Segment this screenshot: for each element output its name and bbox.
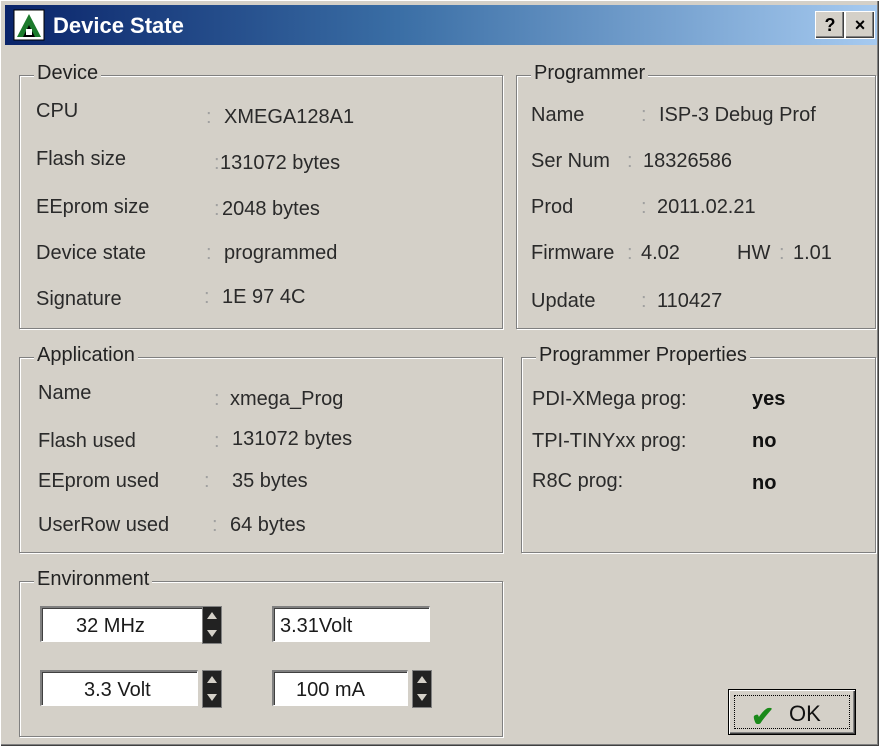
device-state-label: Device state	[36, 242, 147, 264]
device-state-dialog: Device State ? × Device CPU : XMEGA128A1…	[0, 0, 880, 747]
eeprom-used-value: 35 bytes	[232, 470, 308, 492]
app-name-colon: :	[214, 388, 220, 410]
programmer-group: Programmer Name : ISP-3 Debug Prof Ser N…	[516, 62, 876, 329]
flash-size-label: Flash size	[36, 148, 127, 170]
device-state-colon: :	[206, 242, 212, 264]
signature-value: 1E 97 4C	[222, 286, 306, 308]
userrow-used-label: UserRow used	[38, 514, 170, 536]
signature-label: Signature	[36, 288, 122, 310]
cpu-label: CPU	[36, 100, 79, 122]
tpi-tinyxx-value: no	[752, 430, 777, 452]
firmware-label: Firmware	[531, 242, 615, 264]
flash-size-value: 131072 bytes	[220, 152, 341, 174]
ok-button[interactable]: ✔ OK	[728, 689, 856, 735]
window-title: Device State	[53, 13, 184, 38]
flash-used-colon: :	[214, 430, 220, 452]
sernum-value: 18326586	[643, 150, 732, 172]
current-up-icon[interactable]	[413, 671, 431, 689]
userrow-used-value: 64 bytes	[230, 514, 306, 536]
update-label: Update	[531, 290, 596, 312]
firmware-colon: :	[627, 242, 633, 264]
prod-value: 2011.02.21	[657, 196, 756, 218]
app-logo-icon	[13, 9, 45, 41]
current-limit-field[interactable]: 100 mA	[272, 670, 408, 706]
r8c-value: no	[752, 472, 777, 494]
app-name-label: Name	[38, 382, 92, 404]
tpi-tinyxx-label: TPI-TINYxx prog:	[532, 430, 687, 452]
voltage-setpoint-field[interactable]: 3.3 Volt	[40, 670, 198, 706]
application-group: Application Name : xmega_Prog Flash used…	[19, 344, 503, 553]
app-name-value: xmega_Prog	[230, 388, 344, 410]
voltage-up-icon[interactable]	[203, 671, 221, 689]
hw-label: HW	[737, 242, 771, 264]
cpu-value: XMEGA128A1	[224, 106, 355, 128]
signature-colon: :	[204, 286, 210, 308]
pdi-xmega-value: yes	[752, 388, 786, 410]
flash-used-label: Flash used	[38, 430, 136, 452]
eeprom-used-colon: :	[204, 470, 210, 492]
sernum-label: Ser Num	[531, 150, 610, 172]
update-colon: :	[641, 290, 647, 312]
frequency-field[interactable]: 32 MHz	[40, 606, 214, 642]
application-legend: Application	[34, 344, 138, 367]
programmer-properties-group: Programmer Properties PDI-XMega prog: ye…	[521, 344, 876, 553]
eeprom-size-value: 2048 bytes	[222, 198, 320, 220]
current-spin-icon[interactable]	[412, 670, 432, 708]
frequency-spin-icon[interactable]	[202, 606, 222, 644]
device-group: Device CPU : XMEGA128A1 Flash size : 131…	[19, 62, 503, 329]
programmer-name-colon: :	[641, 104, 647, 126]
frequency-down-icon[interactable]	[203, 625, 221, 643]
title-bar[interactable]: Device State ? ×	[5, 5, 877, 45]
device-state-value: programmed	[224, 242, 338, 264]
checkmark-icon: ✔	[751, 701, 775, 732]
cpu-colon: :	[206, 106, 212, 128]
programmer-legend: Programmer	[531, 62, 649, 85]
device-legend: Device	[34, 62, 102, 85]
sernum-colon: :	[627, 150, 633, 172]
close-button[interactable]: ×	[845, 11, 875, 39]
eeprom-size-label: EEprom size	[36, 196, 150, 218]
eeprom-used-label: EEprom used	[38, 470, 160, 492]
hw-colon: :	[779, 242, 785, 264]
environment-group: Environment 32 MHz 3.31Volt 3.3 Volt 100…	[19, 568, 503, 737]
voltage-down-icon[interactable]	[203, 689, 221, 707]
properties-legend: Programmer Properties	[536, 344, 750, 367]
firmware-value: 4.02	[641, 242, 680, 264]
programmer-name-label: Name	[531, 104, 585, 126]
prod-label: Prod	[531, 196, 574, 218]
r8c-label: R8C prog:	[532, 470, 624, 492]
userrow-used-colon: :	[212, 514, 218, 536]
frequency-up-icon[interactable]	[203, 607, 221, 625]
flash-size-colon: :	[214, 152, 220, 174]
programmer-name-value: ISP-3 Debug Prof	[659, 104, 816, 126]
eeprom-size-colon: :	[214, 198, 220, 220]
flash-used-value: 131072 bytes	[232, 428, 353, 450]
voltage-spin-icon[interactable]	[202, 670, 222, 708]
environment-legend: Environment	[34, 568, 153, 591]
prod-colon: :	[641, 196, 647, 218]
help-button[interactable]: ?	[815, 11, 845, 39]
pdi-xmega-label: PDI-XMega prog:	[532, 388, 687, 410]
update-value: 110427	[657, 290, 723, 312]
ok-label: OK	[789, 701, 821, 726]
hw-value: 1.01	[793, 242, 832, 264]
measured-voltage-field: 3.31Volt	[272, 606, 430, 642]
current-down-icon[interactable]	[413, 689, 431, 707]
